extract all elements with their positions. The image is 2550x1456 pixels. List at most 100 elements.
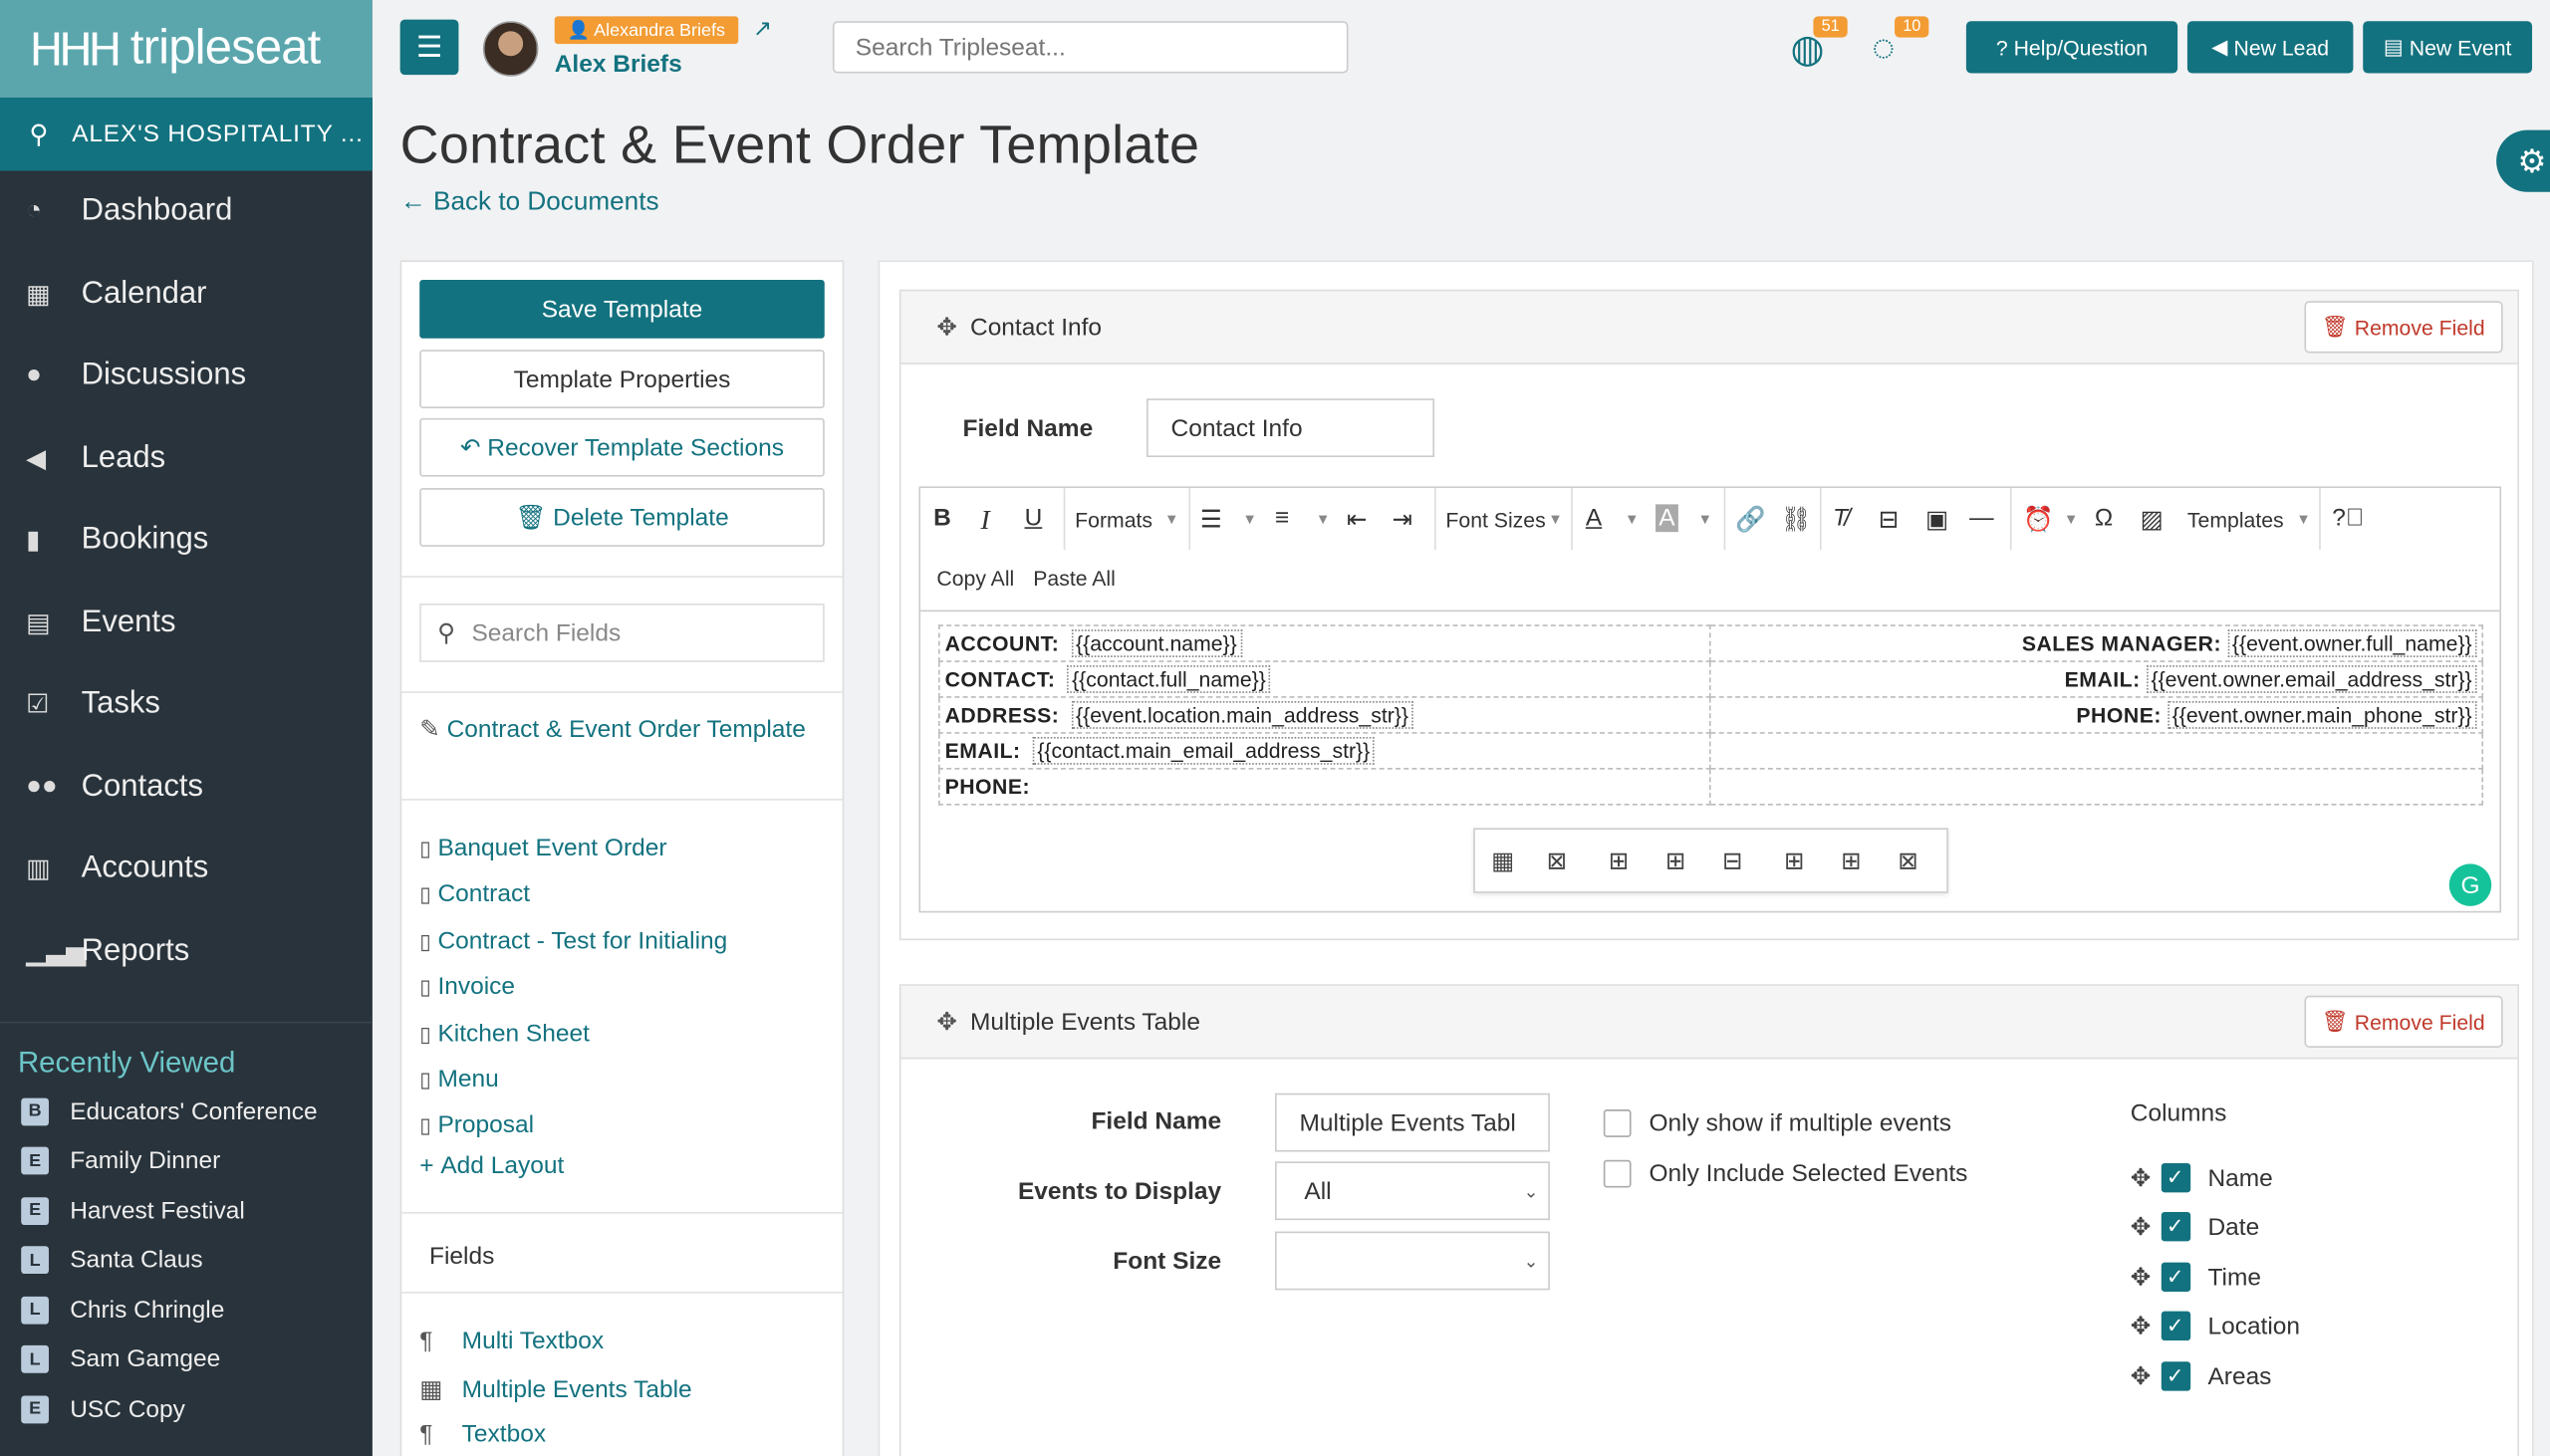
chat-notifications-button[interactable]: ◌ 10 [1872,16,1929,72]
events-to-display-select[interactable]: All ⌄ [1275,1161,1550,1221]
outdent-icon[interactable]: ⇤ [1347,504,1368,534]
grammarly-icon[interactable]: G [2448,863,2492,906]
table-cell[interactable] [1708,768,2484,806]
table-cell[interactable]: SALES MANAGER: {{event.owner.full_name}} [1708,624,2484,662]
indent-icon[interactable]: ⇥ [1393,504,1413,534]
table-cell[interactable]: ADDRESS: {{event.location.main_address_s… [938,696,1711,734]
template-properties-button[interactable]: Template Properties [419,350,825,409]
nav-accounts[interactable]: ▥ Accounts [0,828,373,909]
back-to-documents-link[interactable]: ← Back to Documents [400,188,659,217]
copy-all-button[interactable]: Copy All [936,566,1014,591]
clear-formatting-icon[interactable]: T̸ [1833,504,1848,532]
move-arrows-icon[interactable]: ✥ [2131,1312,2152,1340]
insert-row-after-icon[interactable]: ⊞ [1665,846,1686,875]
unlink-icon[interactable]: ⛓ [1781,504,1812,534]
image-icon[interactable]: ▨ [2141,504,2164,534]
nav-bookings[interactable]: ▮ Bookings [0,499,373,581]
font-size-select[interactable]: ⌄ [1275,1231,1550,1291]
font-sizes-dropdown[interactable]: Font Sizes [1445,508,1545,533]
page-break-icon[interactable]: ⊟ [1879,504,1900,534]
new-event-button[interactable]: ▤ New Event [2363,21,2533,74]
nav-reports[interactable]: ▁▃▅ Reports [0,910,373,992]
table-properties-icon[interactable]: ▦ [1491,846,1514,875]
nav-calendar[interactable]: ▦ Calendar [0,253,373,335]
global-search-input[interactable] [832,21,1349,74]
table-cell[interactable]: PHONE: [938,768,1711,806]
formats-dropdown[interactable]: Formats [1075,508,1152,533]
column-option[interactable]: ✥ ✓ Areas [2131,1361,2271,1391]
menu-toggle-button[interactable]: ☰ [399,19,459,76]
templates-dropdown[interactable]: Templates [2187,508,2284,533]
insert-column-before-icon[interactable]: ⊞ [1784,846,1805,875]
move-arrows-icon[interactable]: ✥ [2131,1361,2152,1391]
add-layout-link[interactable]: + Add Layout [419,1152,564,1180]
recent-item[interactable]: L Santa Claus [0,1236,373,1286]
nav-leads[interactable]: ◀ Leads [0,417,373,499]
table-cell[interactable]: EMAIL: {{contact.main_email_address_str}… [938,732,1711,770]
nav-dashboard[interactable]: ◔ Dashboard [0,171,373,253]
tripleseat-logo[interactable]: ᕼᕼᕼ tripleseat [0,0,373,99]
section-header[interactable]: ✥ Contact Info 🗑 Remove Field [900,291,2518,364]
move-arrows-icon[interactable]: ✥ [2131,1263,2152,1292]
clock-icon[interactable]: ⏰ [2023,504,2054,534]
layout-link[interactable]: ▯ Kitchen Sheet [419,1020,590,1048]
layout-link[interactable]: ▯ Invoice [419,973,515,1001]
layout-link[interactable]: ▯ Contract - Test for Initialing [419,927,727,955]
column-checkbox[interactable]: ✓ [2161,1211,2190,1242]
field-name-input[interactable]: Multiple Events Tabl [1275,1092,1550,1152]
column-checkbox[interactable]: ✓ [2161,1162,2190,1193]
recover-template-sections-button[interactable]: ↶ Recover Template Sections [419,417,825,477]
background-color-icon[interactable]: A [1656,504,1678,533]
delete-row-icon[interactable]: ⊟ [1722,846,1743,875]
save-template-button[interactable]: Save Template [419,279,825,339]
delete-column-icon[interactable]: ⊠ [1898,846,1918,875]
field-multi-textbox[interactable]: ¶ Multi Textbox [419,1328,604,1355]
only-selected-events-checkbox[interactable] [1603,1159,1632,1188]
contact-info-table[interactable]: ACCOUNT: {{account.name}} SALES MANAGER:… [938,624,2484,806]
paste-icon[interactable]: ▣ [1925,504,1948,534]
layout-link[interactable]: ▯ Proposal [419,1111,534,1139]
field-name-input[interactable]: Contact Info [1147,398,1434,458]
table-cell[interactable]: CONTACT: {{contact.full_name}} [938,660,1711,698]
avatar[interactable] [482,21,539,77]
paste-all-button[interactable]: Paste All [1033,566,1116,591]
table-cell[interactable]: EMAIL: {{event.owner.email_address_str}} [1708,660,2484,698]
table-cell[interactable]: ACCOUNT: {{account.name}} [938,624,1711,662]
user-name[interactable]: Alex Briefs [555,51,682,79]
column-option[interactable]: ✥ ✓ Name [2131,1162,2273,1193]
layout-link[interactable]: ▯ Menu [419,1066,498,1093]
layout-link[interactable]: ▯ Contract [419,880,530,908]
numbered-list-icon[interactable]: ≡ [1275,504,1289,532]
settings-gear-button[interactable]: ⚙ [2496,129,2550,192]
omega-icon[interactable]: Ω [2095,504,2113,532]
nav-events[interactable]: ▤ Events [0,582,373,663]
column-checkbox[interactable]: ✓ [2161,1361,2190,1391]
only-multiple-events-option[interactable]: Only show if multiple events [1603,1109,1951,1137]
venue-selector[interactable]: ⚲ ALEX'S HOSPITALITY ... [0,98,373,171]
delete-table-icon[interactable]: ⊠ [1547,846,1568,875]
link-icon[interactable]: 🔗 [1735,504,1766,534]
remove-field-button[interactable]: 🗑 Remove Field [2303,995,2503,1048]
help-question-button[interactable]: ? Help/Question [1965,21,2178,74]
italic-icon[interactable]: I [980,504,989,537]
globe-notifications-button[interactable]: ◍ 51 [1791,16,1848,73]
delete-template-button[interactable]: 🗑 Delete Template [419,488,825,547]
section-header[interactable]: ✥ Multiple Events Table 🗑 Remove Field [900,985,2518,1060]
table-cell[interactable] [1708,732,2484,770]
recent-item[interactable]: E Harvest Festival [0,1186,373,1236]
move-arrows-icon[interactable]: ✥ [2131,1212,2152,1242]
column-option[interactable]: ✥ ✓ Date [2131,1211,2259,1242]
field-search-input[interactable]: ⚲ Search Fields [419,604,825,662]
move-arrows-icon[interactable]: ✥ [936,313,957,342]
recent-item[interactable]: E Family Dinner [0,1136,373,1186]
move-arrows-icon[interactable]: ✥ [936,1007,957,1037]
column-checkbox[interactable]: ✓ [2161,1311,2190,1341]
field-multiple-events-table[interactable]: ▦ Multiple Events Table [419,1374,691,1404]
remove-field-button[interactable]: 🗑 Remove Field [2303,301,2503,354]
nav-tasks[interactable]: ☑ Tasks [0,663,373,745]
text-color-icon[interactable]: A [1586,504,1602,532]
external-link-icon[interactable]: ↗ [753,15,772,43]
layout-link[interactable]: ▯ Banquet Event Order [419,835,666,862]
move-arrows-icon[interactable]: ✥ [2131,1163,2152,1193]
recent-item[interactable]: E USC Copy [0,1384,373,1434]
